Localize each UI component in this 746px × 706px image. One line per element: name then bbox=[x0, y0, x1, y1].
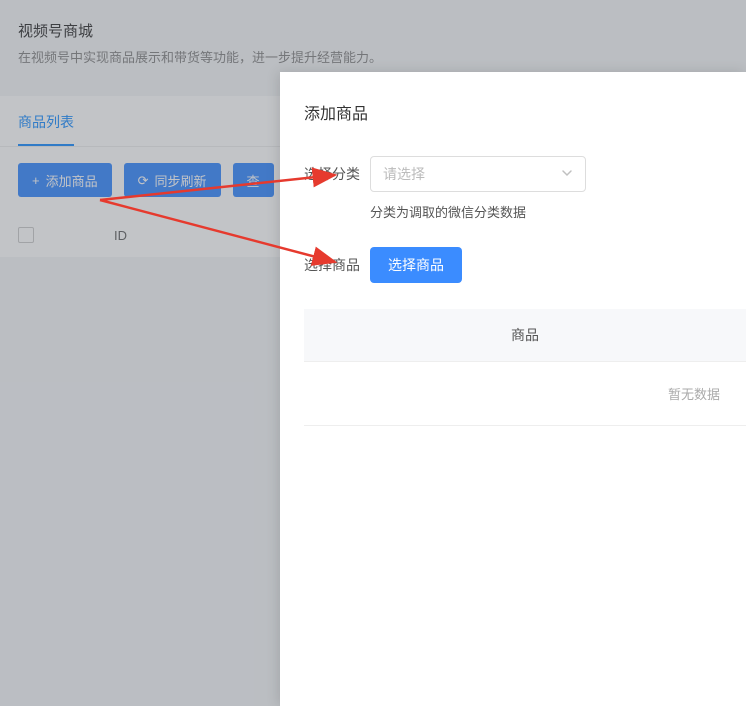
chevron-down-icon bbox=[561, 166, 573, 182]
product-table: 商品 暂无数据 bbox=[304, 309, 746, 426]
category-help-text: 分类为调取的微信分类数据 bbox=[370, 202, 746, 221]
product-table-column-product: 商品 bbox=[304, 309, 746, 362]
product-table-empty: 暂无数据 bbox=[304, 362, 746, 426]
add-product-modal: 添加商品 选择分类 请选择 分类为调取的微信分类数据 选择商品 选择商品 商品 … bbox=[280, 72, 746, 706]
category-placeholder: 请选择 bbox=[383, 164, 425, 184]
category-label: 选择分类 bbox=[304, 156, 370, 184]
product-row: 选择商品 选择商品 bbox=[304, 247, 746, 283]
select-product-button[interactable]: 选择商品 bbox=[370, 247, 462, 283]
product-label: 选择商品 bbox=[304, 247, 370, 275]
modal-title: 添加商品 bbox=[304, 100, 746, 124]
category-select[interactable]: 请选择 bbox=[370, 156, 586, 192]
category-row: 选择分类 请选择 分类为调取的微信分类数据 bbox=[304, 156, 746, 221]
